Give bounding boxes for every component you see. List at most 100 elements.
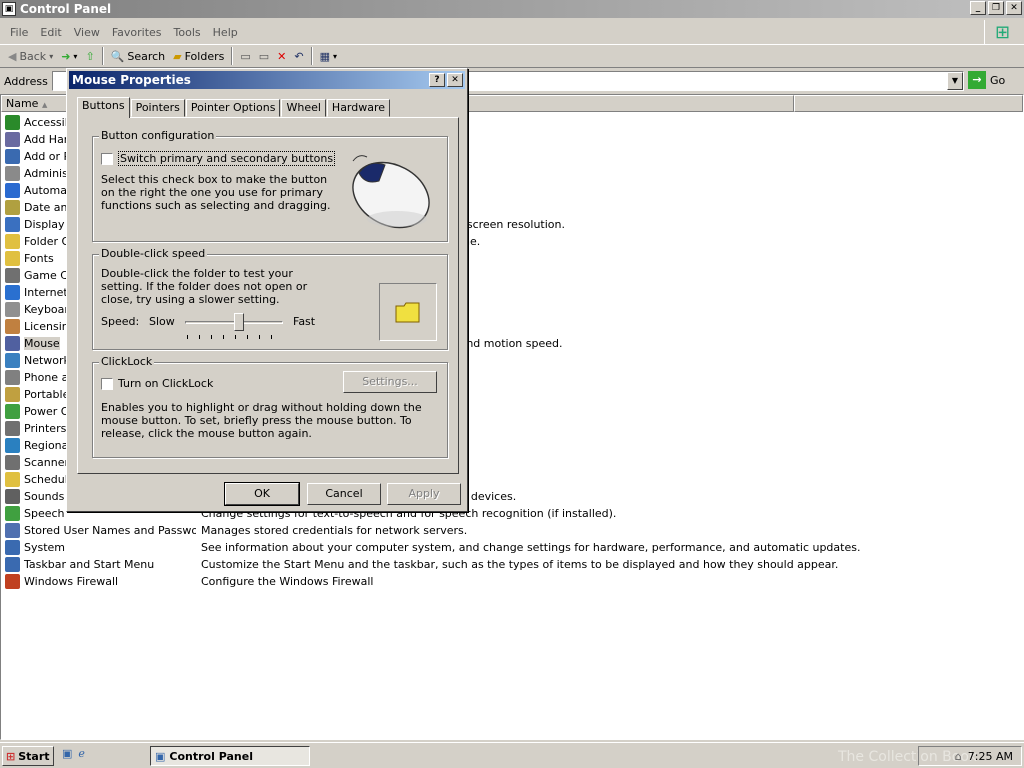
control-panel-item-icon bbox=[5, 387, 20, 402]
start-label: Start bbox=[18, 749, 50, 763]
list-item[interactable]: Sounds a bbox=[5, 488, 75, 505]
search-button[interactable]: 🔍 Search bbox=[107, 45, 170, 67]
delete-button[interactable]: ✕ bbox=[273, 45, 290, 67]
list-item[interactable]: System bbox=[5, 539, 65, 556]
dialog-tabs: Buttons Pointers Pointer Options Wheel H… bbox=[77, 97, 391, 118]
speed-slider-thumb[interactable] bbox=[233, 313, 244, 331]
list-item[interactable]: Phone ar bbox=[5, 369, 73, 386]
tab-pointers[interactable]: Pointers bbox=[130, 99, 185, 117]
tab-pointer-options[interactable]: Pointer Options bbox=[185, 99, 281, 117]
list-item-label: System bbox=[24, 541, 66, 554]
help-button[interactable]: ? bbox=[429, 73, 445, 87]
list-item[interactable]: Add Hard bbox=[5, 131, 75, 148]
system-tray: ⌂ 7:25 AM bbox=[918, 746, 1022, 766]
tab-hardware[interactable]: Hardware bbox=[326, 99, 391, 117]
internet-explorer-icon[interactable]: ℯ bbox=[78, 747, 85, 760]
menu-help[interactable]: Help bbox=[207, 26, 244, 39]
cancel-button[interactable]: Cancel bbox=[307, 483, 381, 505]
control-panel-item-icon bbox=[5, 506, 20, 521]
control-panel-item-icon bbox=[5, 200, 20, 215]
list-item-label: Stored User Names and Passwords bbox=[24, 524, 216, 537]
list-item[interactable]: Stored User Names and Passwords bbox=[5, 522, 215, 539]
control-panel-item-icon bbox=[5, 523, 20, 538]
list-item[interactable]: Scanners bbox=[5, 454, 75, 471]
tab-wheel[interactable]: Wheel bbox=[281, 99, 326, 117]
copy-to-button[interactable]: ▭ bbox=[255, 45, 273, 67]
list-item[interactable]: Mouse bbox=[5, 335, 60, 352]
list-item[interactable]: Game Co bbox=[5, 267, 75, 284]
double-click-speed-group: Double-click speed Double-click the fold… bbox=[92, 247, 448, 350]
up-folder-button[interactable]: ⇧ bbox=[81, 45, 98, 67]
control-panel-item-icon bbox=[5, 302, 20, 317]
clicklock-checkbox-row[interactable]: Turn on ClickLock bbox=[101, 377, 213, 390]
list-item-description: Customize the Start Menu and the taskbar… bbox=[201, 558, 839, 571]
menu-file[interactable]: File bbox=[4, 26, 34, 39]
list-item[interactable]: Schedule bbox=[5, 471, 75, 488]
tab-buttons[interactable]: Buttons bbox=[77, 97, 130, 118]
switch-buttons-checkbox[interactable] bbox=[101, 152, 113, 165]
name-column-label: Name bbox=[6, 97, 39, 110]
switch-buttons-checkbox-row[interactable]: Switch primary and secondary buttons bbox=[101, 151, 336, 166]
list-item[interactable]: Regional bbox=[5, 437, 71, 454]
dialog-title-bar[interactable]: Mouse Properties ? ✕ bbox=[69, 71, 465, 89]
clicklock-settings-button[interactable]: Settings... bbox=[343, 371, 437, 393]
list-item[interactable]: Fonts bbox=[5, 250, 54, 267]
list-item[interactable]: Automati bbox=[5, 182, 74, 199]
list-item[interactable]: Taskbar and Start Menu bbox=[5, 556, 154, 573]
list-item[interactable]: Accessibi bbox=[5, 114, 75, 131]
list-item-label: Administ bbox=[24, 167, 73, 180]
title-bar[interactable]: ▣ Control Panel _ ❐ ✕ bbox=[0, 0, 1024, 18]
menu-edit[interactable]: Edit bbox=[34, 26, 67, 39]
maximize-button[interactable]: ❐ bbox=[988, 1, 1004, 15]
window-title: Control Panel bbox=[20, 2, 112, 16]
list-item[interactable]: Speech bbox=[5, 505, 65, 522]
list-item[interactable]: Add or R bbox=[5, 148, 71, 165]
list-item[interactable]: Display bbox=[5, 216, 65, 233]
move-to-button[interactable]: ▭ bbox=[236, 45, 254, 67]
ok-button[interactable]: OK bbox=[224, 482, 300, 506]
undo-button[interactable]: ↶ bbox=[290, 45, 307, 67]
clicklock-label[interactable]: Turn on ClickLock bbox=[118, 377, 213, 390]
address-dropdown-button[interactable]: ▼ bbox=[947, 72, 963, 90]
list-item[interactable]: Administ bbox=[5, 165, 72, 182]
list-item[interactable]: Internet bbox=[5, 284, 68, 301]
dialog-close-button[interactable]: ✕ bbox=[447, 73, 463, 87]
clicklock-checkbox[interactable] bbox=[101, 377, 113, 390]
back-button[interactable]: ◀ Back ▾ bbox=[4, 45, 57, 67]
list-item[interactable]: Portable bbox=[5, 386, 69, 403]
go-button[interactable]: → Go bbox=[968, 71, 1005, 89]
show-desktop-icon[interactable]: ▣ bbox=[62, 747, 72, 760]
apply-button[interactable]: Apply bbox=[387, 483, 461, 505]
control-panel-item-icon bbox=[5, 115, 20, 130]
list-item-label: Regional bbox=[24, 439, 72, 452]
menu-view[interactable]: View bbox=[68, 26, 106, 39]
list-item[interactable]: Network bbox=[5, 352, 70, 369]
list-item[interactable]: Windows Firewall bbox=[5, 573, 118, 590]
taskbar-control-panel[interactable]: ▣ Control Panel bbox=[150, 746, 310, 766]
views-button[interactable]: ▦ ▾ bbox=[316, 45, 341, 67]
forward-button[interactable]: ➜ ▾ bbox=[57, 45, 81, 67]
control-panel-item-icon bbox=[5, 234, 20, 249]
close-button[interactable]: ✕ bbox=[1006, 1, 1022, 15]
folders-button[interactable]: ▰ Folders bbox=[169, 45, 228, 67]
control-panel-item-icon bbox=[5, 166, 20, 181]
list-item-label: Fonts bbox=[24, 252, 54, 265]
list-item-label: Windows Firewall bbox=[24, 575, 119, 588]
control-panel-item-icon bbox=[5, 217, 20, 232]
switch-buttons-label[interactable]: Switch primary and secondary buttons bbox=[118, 151, 336, 166]
test-folder-icon[interactable] bbox=[395, 301, 421, 323]
menu-favorites[interactable]: Favorites bbox=[106, 26, 168, 39]
control-panel-item-icon bbox=[5, 404, 20, 419]
minimize-button[interactable]: _ bbox=[970, 1, 986, 15]
start-button[interactable]: ⊞ Start bbox=[2, 746, 54, 766]
clicklock-description: Enables you to highlight or drag without… bbox=[101, 401, 422, 440]
list-item-label: Mouse bbox=[24, 337, 60, 350]
tray-network-icon[interactable]: ⌂ bbox=[955, 750, 962, 763]
taskbar-control-panel-label: Control Panel bbox=[169, 749, 253, 763]
menu-tools[interactable]: Tools bbox=[168, 26, 207, 39]
list-item[interactable]: Date anc bbox=[5, 199, 74, 216]
test-folder-area[interactable] bbox=[379, 283, 437, 341]
control-panel-item-icon bbox=[5, 336, 20, 351]
toolbar: ◀ Back ▾ ➜ ▾ ⇧ 🔍 Search ▰ Folders ▭ ▭ ✕ ↶ ▦ ▾ bbox=[0, 44, 1024, 68]
control-panel-item-icon bbox=[5, 438, 20, 453]
